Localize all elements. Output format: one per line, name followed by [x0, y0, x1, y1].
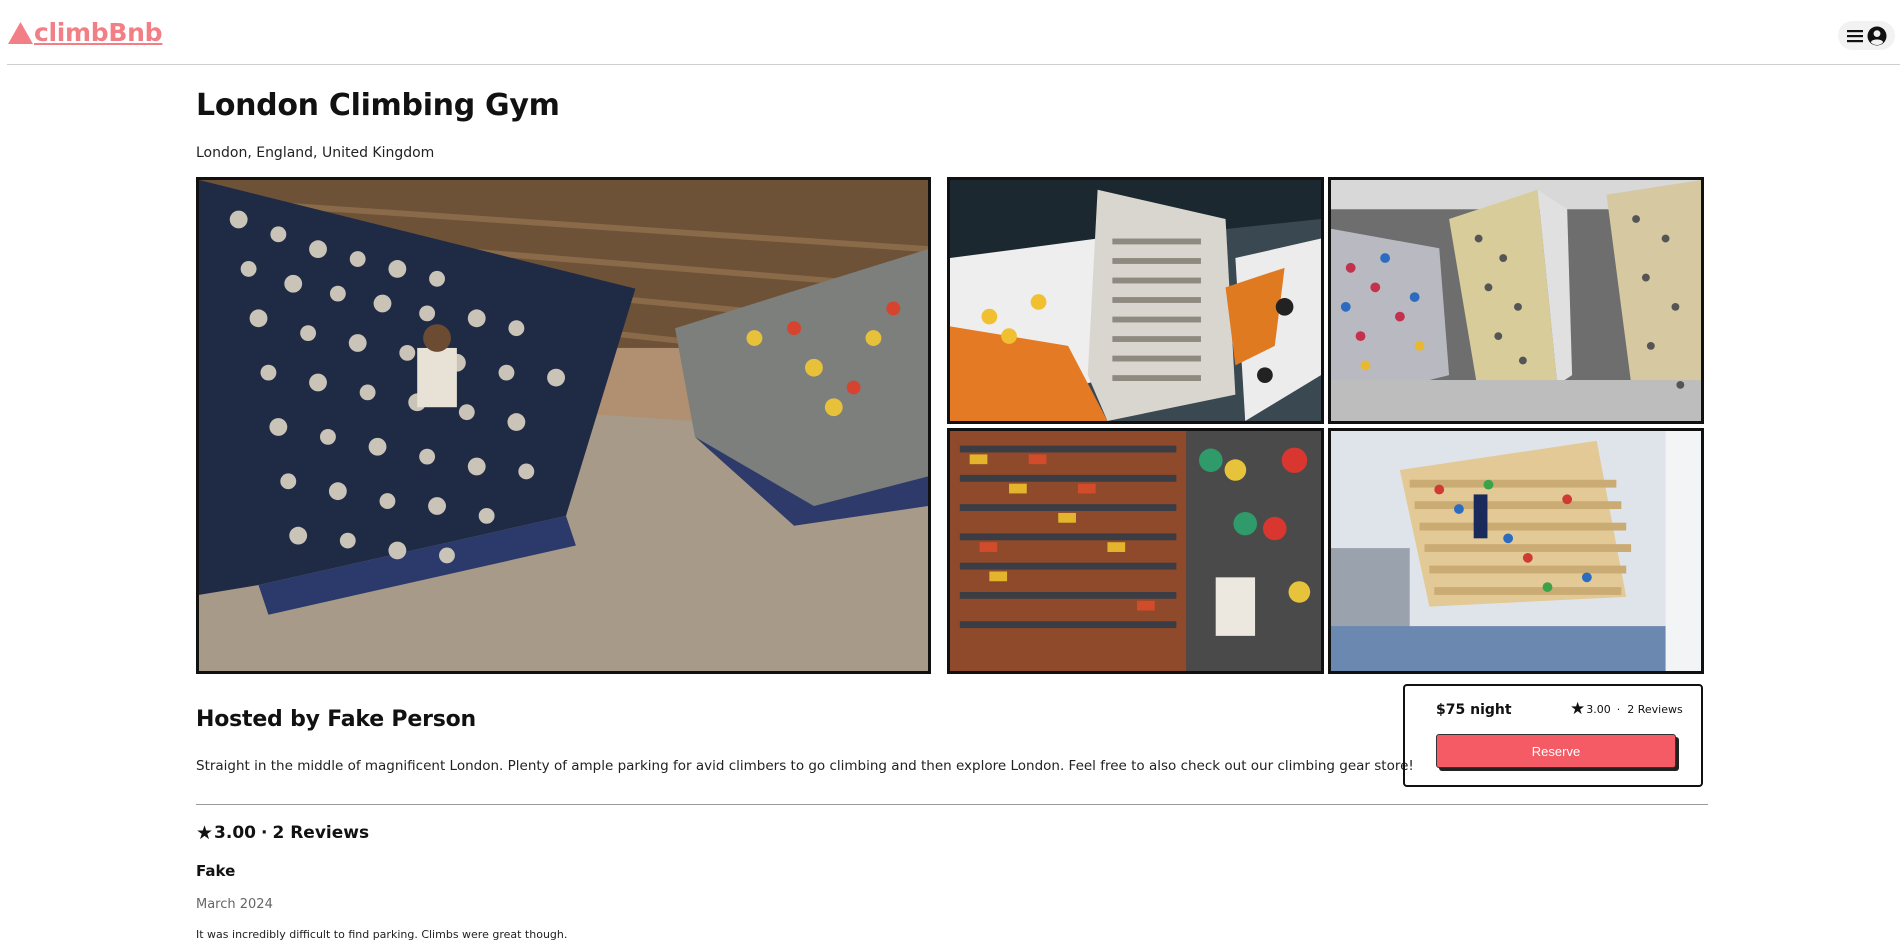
spot-image-2 [947, 177, 1324, 424]
nightly-price: $75 night [1436, 702, 1512, 718]
logo-link[interactable]: climbBnb [7, 18, 163, 47]
star-icon: ★ [1570, 699, 1586, 719]
reviews-count: 2 Reviews [272, 823, 370, 843]
reviews-rating-value: 3.00 [214, 823, 256, 843]
main-spot-image [196, 177, 931, 674]
reviews-separator: · [261, 823, 268, 843]
card-rating-separator: · [1616, 702, 1621, 716]
spot-image-3 [1328, 177, 1704, 424]
host-heading: Hosted by Fake Person [196, 707, 476, 732]
user-circle-icon [1867, 26, 1887, 45]
reserve-button[interactable]: Reserve [1436, 734, 1676, 768]
spot-title: London Climbing Gym [196, 88, 560, 123]
review-date: March 2024 [196, 897, 273, 912]
spot-description: Straight in the middle of magnificent Lo… [196, 758, 1414, 774]
reviews-summary: ★ 3.00 · 2 Reviews [196, 822, 369, 844]
review-text: It was incredibly difficult to find park… [196, 928, 568, 941]
card-review-count: 2 Reviews [1627, 702, 1683, 716]
brand-name: climbBnb [34, 18, 163, 47]
card-rating-summary: ★ 3.00 · 2 Reviews [1570, 699, 1683, 719]
spot-location: London, England, United Kingdom [196, 145, 435, 161]
spot-image-4 [947, 428, 1324, 674]
profile-menu-button[interactable] [1838, 21, 1895, 50]
hamburger-icon [1847, 29, 1863, 42]
star-icon: ★ [196, 822, 214, 844]
card-rating-value: 3.00 [1586, 702, 1611, 716]
review-author: Fake [196, 862, 236, 880]
site-header: climbBnb [0, 0, 1900, 66]
spot-image-5 [1328, 428, 1704, 674]
mountain-icon [8, 22, 33, 44]
section-divider [196, 804, 1708, 805]
header-divider [7, 64, 1900, 65]
reservation-card: $75 night ★ 3.00 · 2 Reviews Reserve [1403, 684, 1703, 787]
